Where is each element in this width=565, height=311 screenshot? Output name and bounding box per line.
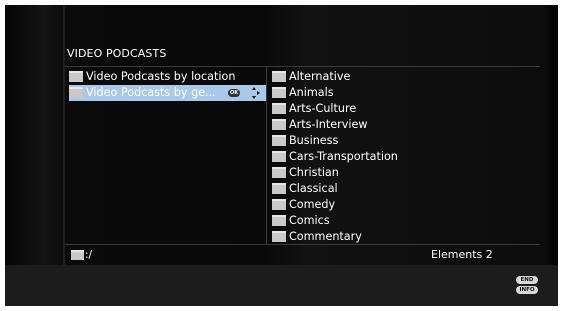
list-item[interactable]: Animals <box>272 85 542 101</box>
left-list-item-genre[interactable]: Video Podcasts by ge... OK <box>69 85 266 101</box>
list-item[interactable]: Alternative <box>272 69 542 85</box>
left-pane: Video Podcasts by location Video Podcast… <box>67 67 267 244</box>
folder-icon <box>272 134 286 146</box>
folder-icon <box>272 150 286 162</box>
folder-icon <box>272 102 286 114</box>
current-path: :/ <box>71 248 92 262</box>
list-item[interactable]: Arts-Culture <box>272 101 542 117</box>
list-item-label: Animals <box>289 86 334 99</box>
list-item[interactable]: Arts-Interview <box>272 117 542 133</box>
list-item[interactable]: Commentary <box>272 229 542 245</box>
end-button[interactable]: END <box>516 276 538 284</box>
bottom-bar <box>5 265 558 306</box>
page-title: VIDEO PODCASTS <box>67 47 167 60</box>
folder-icon <box>272 166 286 178</box>
list-item-label: Video Podcasts by ge... <box>86 86 216 99</box>
list-item-label: Arts-Interview <box>289 118 368 131</box>
list-item-label: Classical <box>289 182 338 195</box>
folder-icon <box>272 86 286 98</box>
folder-icon <box>272 182 286 194</box>
list-item[interactable]: Christian <box>272 165 542 181</box>
list-item-label: Commentary <box>289 230 362 243</box>
folder-icon <box>71 250 84 260</box>
folder-icon <box>69 86 83 98</box>
folder-icon <box>272 70 286 82</box>
list-item-label: Arts-Culture <box>289 102 357 115</box>
left-list-item-location[interactable]: Video Podcasts by location <box>69 69 266 85</box>
folder-icon <box>272 198 286 210</box>
list-item-label: Christian <box>289 166 339 179</box>
folder-icon <box>272 230 286 242</box>
ok-icon: OK <box>228 89 240 97</box>
list-item[interactable]: Comedy <box>272 197 542 213</box>
list-item-label: Alternative <box>289 70 351 83</box>
info-button[interactable]: INFO <box>516 286 538 294</box>
path-text: :/ <box>85 249 93 261</box>
folder-icon <box>272 118 286 130</box>
background-line <box>63 5 65 265</box>
folder-icon <box>69 70 83 82</box>
list-item-label: Comedy <box>289 198 336 211</box>
list-item[interactable]: Business <box>272 133 542 149</box>
list-item-label: Business <box>289 134 339 147</box>
list-item[interactable]: Comics <box>272 213 542 229</box>
divider <box>65 244 540 245</box>
screen: VIDEO PODCASTS Video Podcasts by locatio… <box>5 5 558 306</box>
navigate-arrows-icon <box>252 87 260 99</box>
list-item[interactable]: Classical <box>272 181 542 197</box>
folder-icon <box>272 214 286 226</box>
list-item-label: Video Podcasts by location <box>86 70 236 83</box>
list-item-label: Cars-Transportation <box>289 150 398 163</box>
list-item[interactable]: Cars-Transportation <box>272 149 542 165</box>
list-item-label: Comics <box>289 214 330 227</box>
elements-count: Elements 2 <box>431 248 493 261</box>
